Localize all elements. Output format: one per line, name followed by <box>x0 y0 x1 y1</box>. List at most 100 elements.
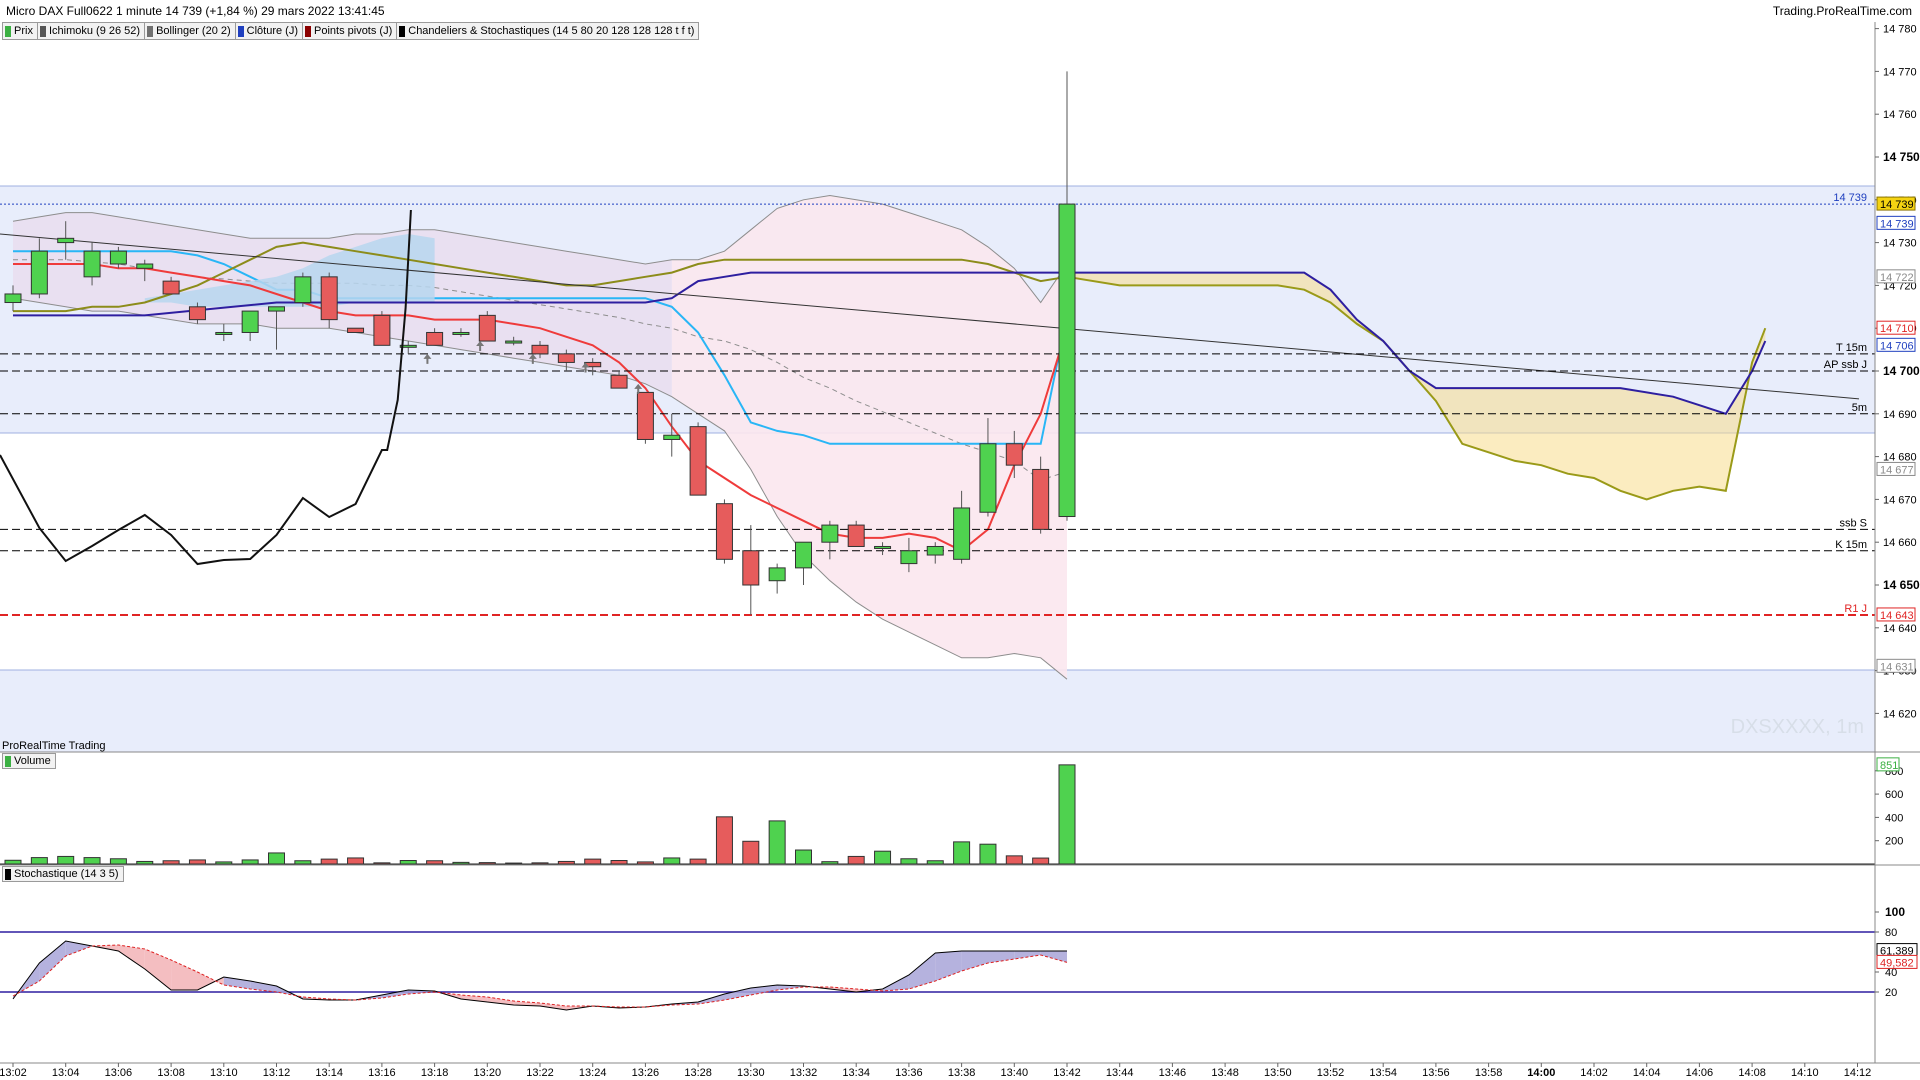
time-label: 13:18 <box>421 1067 449 1079</box>
price-tag-label: 14 739 <box>1880 199 1914 211</box>
stoch-fill <box>1040 951 1067 963</box>
price-tag-label: 14 677 <box>1880 464 1914 476</box>
price-tag-label: 14 706 <box>1880 340 1914 352</box>
volume-bar <box>768 820 786 865</box>
candle-body <box>768 567 786 582</box>
price-tick-label: 14 700 <box>1883 364 1920 378</box>
volume-bar <box>241 859 259 865</box>
price-line-label: 5m <box>1852 402 1867 414</box>
volume-bar <box>795 849 812 865</box>
time-label: 13:46 <box>1159 1067 1187 1079</box>
candle-body <box>636 391 654 440</box>
price-tag-label: 14 631 <box>1880 661 1914 673</box>
candle-body <box>953 507 971 560</box>
time-label: 14:10 <box>1791 1067 1819 1079</box>
price-line-label: R1 J <box>1844 603 1867 615</box>
candle <box>742 525 760 615</box>
candle-body <box>926 545 944 556</box>
volume-tick-label: 200 <box>1885 836 1903 848</box>
volume-bar <box>979 843 997 865</box>
stoch-tick-label: 20 <box>1885 987 1897 999</box>
range-band-lower <box>0 670 1875 752</box>
stoch-fill <box>724 988 751 1000</box>
volume-bar <box>347 857 365 865</box>
price-tick-label: 14 730 <box>1883 238 1917 250</box>
time-label: 13:16 <box>368 1067 396 1079</box>
price-tick-label: 14 680 <box>1883 452 1917 464</box>
candle-body <box>241 310 259 333</box>
candle-body <box>900 550 918 565</box>
volume-panel-legend[interactable]: Volume <box>2 753 56 769</box>
price-line-label: T 15m <box>1836 342 1867 354</box>
time-label: 14:08 <box>1738 1067 1766 1079</box>
candle <box>320 272 338 329</box>
chart-canvas[interactable]: 14 739 T 15m AP ssb J 5m ssb S K 15m R1 J 13:02… <box>0 0 1920 1080</box>
candle-body <box>557 353 575 363</box>
time-label: 14:02 <box>1580 1067 1608 1079</box>
time-label: 13:08 <box>157 1067 185 1079</box>
candle-body <box>689 426 707 496</box>
candle <box>689 422 707 496</box>
time-label: 13:10 <box>210 1067 238 1079</box>
stochastic-swatch-icon <box>5 868 11 880</box>
time-label: 13:50 <box>1264 1067 1292 1079</box>
volume-bar <box>320 858 338 865</box>
volume-bar <box>900 858 918 865</box>
price-tick-label: 14 670 <box>1883 494 1917 506</box>
price-line-label: ssb S <box>1839 517 1867 529</box>
volume-bar <box>505 862 523 865</box>
candle <box>1058 71 1076 521</box>
candle-body <box>505 340 523 344</box>
price-tick-label: 14 750 <box>1883 150 1920 164</box>
price-tick-label: 14 660 <box>1883 537 1917 549</box>
stochastic-panel-legend[interactable]: Stochastique (14 3 5) <box>2 866 124 882</box>
time-label: 13:02 <box>0 1067 27 1079</box>
volume-bar <box>1058 764 1076 865</box>
time-label: 13:40 <box>1001 1067 1029 1079</box>
candle-body <box>874 545 892 549</box>
candle-body <box>795 541 812 569</box>
time-label: 13:38 <box>948 1067 976 1079</box>
candle <box>294 272 312 307</box>
price-tick-label: 14 690 <box>1883 409 1917 421</box>
time-label: 13:20 <box>474 1067 502 1079</box>
time-label: 14:00 <box>1527 1067 1555 1079</box>
volume-bar <box>478 862 496 865</box>
time-label: 13:14 <box>315 1067 343 1079</box>
volume-bar <box>30 857 48 865</box>
volume-tick-label: 600 <box>1885 789 1903 801</box>
time-label: 13:58 <box>1475 1067 1503 1079</box>
stoch-fill <box>171 960 198 990</box>
candle-body <box>1005 443 1023 466</box>
candle-body <box>373 314 391 346</box>
stoch-tick-label: 80 <box>1885 927 1897 939</box>
stoch-fill <box>250 981 277 992</box>
volume-bar <box>109 858 127 865</box>
candle <box>347 327 365 333</box>
stoch-fill <box>908 953 936 989</box>
volume-bar <box>584 858 602 865</box>
candle <box>715 499 733 564</box>
source-label: ProRealTime Trading <box>2 740 106 752</box>
volume-bar <box>373 862 391 865</box>
time-label: 13:30 <box>737 1067 765 1079</box>
time-label: 13:12 <box>263 1067 291 1079</box>
time-label: 13:34 <box>842 1067 870 1079</box>
candle-body <box>1058 203 1076 518</box>
price-tag-label: 14 722 <box>1880 272 1914 284</box>
bollinger-band-fill-lower <box>671 195 1067 680</box>
time-label: 13:54 <box>1369 1067 1397 1079</box>
time-label: 14:04 <box>1633 1067 1661 1079</box>
stoch-fill <box>1014 951 1041 959</box>
price-tick-label: 14 640 <box>1883 623 1917 635</box>
candle-body <box>610 374 628 389</box>
price-tag-label: 14 710 <box>1880 323 1914 335</box>
candle-body <box>821 524 839 543</box>
candle <box>478 311 496 342</box>
price-tick-label: 14 650 <box>1883 578 1920 592</box>
candle <box>636 391 654 444</box>
volume-bar <box>531 862 549 865</box>
candle-body <box>663 434 681 440</box>
volume-bar <box>636 861 654 865</box>
candle <box>768 563 786 594</box>
